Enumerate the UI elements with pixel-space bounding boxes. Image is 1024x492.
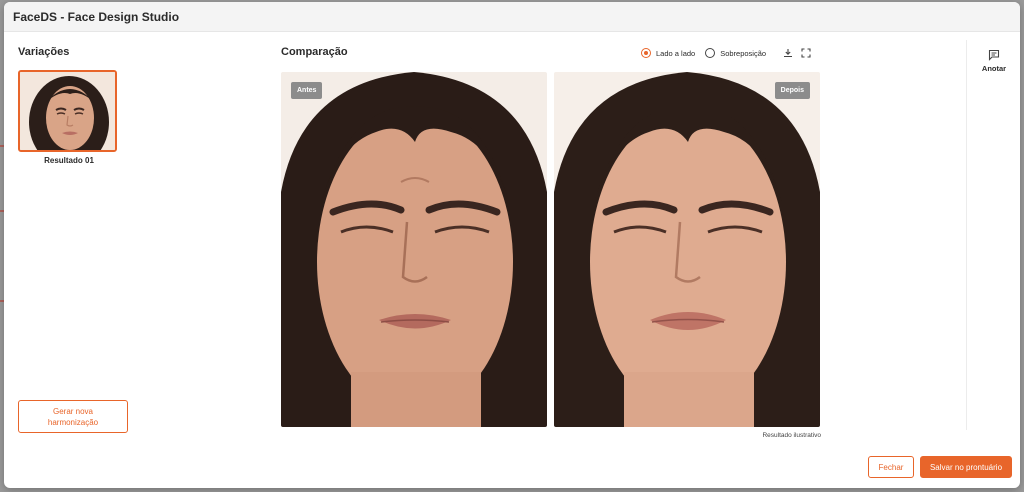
illustrative-caption: Resultado ilustrativo (762, 432, 821, 439)
annotate-button[interactable]: Anotar (967, 48, 1020, 73)
generate-harmonization-button[interactable]: Gerar nova harmonização (18, 400, 128, 433)
radio-selected-icon (641, 48, 651, 58)
before-badge: Antes (291, 82, 323, 99)
before-photo: Antes (281, 72, 547, 427)
face-design-modal: FaceDS - Face Design Studio Variações Re… (4, 2, 1020, 488)
overlay-radio[interactable]: Sobreposição (705, 48, 766, 58)
overlay-label: Sobreposição (720, 48, 767, 58)
variations-title: Variações (18, 46, 70, 58)
save-to-record-button[interactable]: Salvar no prontuário (920, 456, 1012, 478)
annotation-panel: Anotar (966, 40, 1020, 430)
close-button[interactable]: Fechar (868, 456, 914, 478)
side-by-side-radio[interactable]: Lado a lado (641, 48, 695, 58)
fullscreen-icon[interactable] (800, 47, 812, 59)
after-face-image (554, 72, 820, 427)
modal-title: FaceDS - Face Design Studio (13, 9, 180, 24)
after-badge: Depois (774, 82, 810, 99)
comparison-controls: Lado a lado Sobreposição (641, 46, 812, 60)
comparison-title: Comparação (281, 46, 348, 58)
download-icon[interactable] (782, 47, 794, 59)
side-by-side-label: Lado a lado (656, 48, 696, 58)
radio-unselected-icon (705, 48, 716, 58)
variation-label: Resultado 01 (44, 156, 94, 165)
annotate-label: Anotar (981, 64, 1007, 73)
modal-header: FaceDS - Face Design Studio (4, 2, 1020, 32)
variations-panel: Variações Resultado 01 (18, 46, 258, 165)
comment-icon (988, 48, 1000, 61)
after-photo: Depois (554, 72, 820, 427)
before-face-image (281, 72, 547, 427)
face-thumbnail-image (20, 72, 115, 150)
variation-thumbnail[interactable] (18, 70, 117, 152)
